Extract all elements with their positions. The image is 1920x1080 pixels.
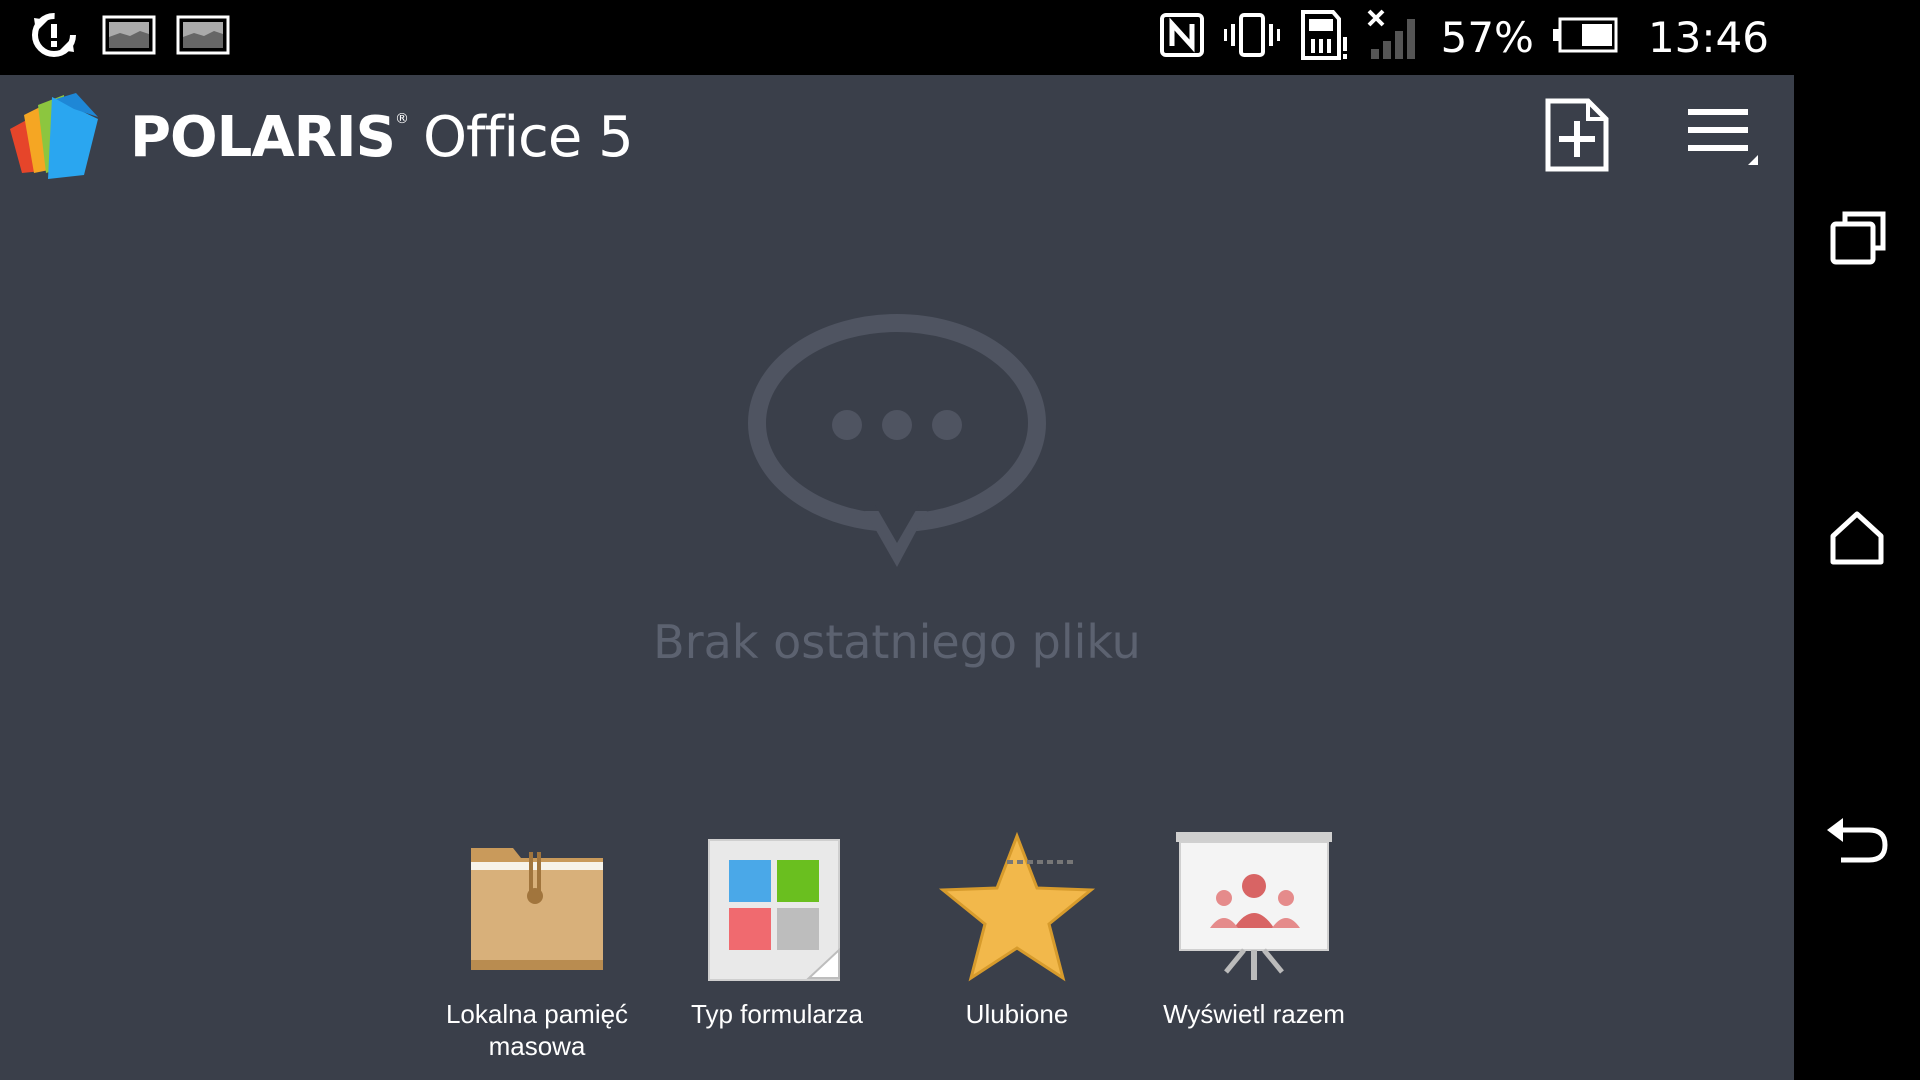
home-icon: [1830, 511, 1884, 565]
shortcut-label: Lokalna pamięć masowa: [445, 999, 629, 1061]
shortcut-share-view[interactable]: Wyświetl razem: [1139, 832, 1369, 1030]
image-notification-icon: [102, 15, 156, 60]
battery-percent: 57%: [1440, 13, 1534, 62]
speech-bubble-icon: [748, 314, 1046, 567]
shortcut-label: Typ formularza: [691, 999, 863, 1029]
star-icon: [938, 832, 1096, 982]
shortcut-favorites[interactable]: Ulubione: [902, 832, 1132, 1030]
menu-button[interactable]: [1680, 97, 1762, 173]
image-notification-icon: [176, 15, 230, 60]
presentation-icon: [1176, 832, 1332, 980]
brand-product: Office 5: [422, 105, 634, 170]
sd-card-alert-icon: [1299, 9, 1349, 66]
nfc-icon: [1159, 12, 1205, 63]
registered-mark: ®: [394, 111, 409, 127]
recent-apps-icon: [1830, 211, 1886, 265]
shortcut-label: Wyświetl razem: [1163, 999, 1345, 1029]
back-button[interactable]: [1817, 800, 1897, 880]
sync-icon: [26, 10, 82, 65]
shortcut-templates[interactable]: Typ formularza: [662, 832, 892, 1030]
app-header: POLARIS® Office 5: [0, 75, 1794, 195]
new-document-icon: [1545, 98, 1609, 172]
polaris-logo-icon: [10, 93, 98, 179]
home-button[interactable]: [1817, 500, 1897, 580]
battery-icon: [1552, 17, 1618, 58]
navigation-bar: [1794, 0, 1920, 1080]
signal-no-service-icon: [1367, 9, 1423, 66]
menu-icon: [1688, 109, 1758, 165]
brand-name: POLARIS: [130, 105, 396, 170]
recent-apps-button[interactable]: [1817, 200, 1897, 280]
new-document-button[interactable]: [1540, 97, 1614, 173]
vibrate-icon: [1223, 12, 1281, 63]
status-bar: 57% 13:46: [0, 0, 1794, 75]
shortcut-local-storage[interactable]: Lokalna pamięć masowa: [422, 832, 652, 1062]
app-title: POLARIS® Office 5: [130, 105, 634, 170]
empty-state-message: Brak ostatniego pliku: [653, 615, 1141, 669]
shortcut-label: Ulubione: [965, 999, 1069, 1029]
clock: 13:46: [1647, 13, 1769, 62]
templates-icon: [708, 839, 840, 981]
folder-icon: [471, 848, 603, 970]
back-icon: [1827, 818, 1888, 863]
app-window: POLARIS® Office 5 Brak ostatniego pliku …: [0, 75, 1794, 1080]
